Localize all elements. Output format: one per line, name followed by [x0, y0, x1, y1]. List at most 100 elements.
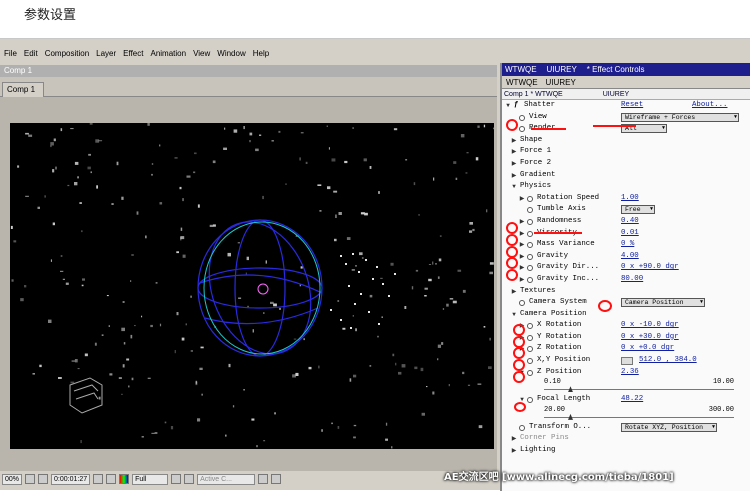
- twirl-icon[interactable]: ▶: [518, 274, 526, 286]
- value-rotation-speed[interactable]: 1.00: [621, 193, 639, 205]
- menu-layer[interactable]: Layer: [96, 49, 116, 58]
- value-gravity-direction[interactable]: 0 x +90.0 dgr: [621, 262, 679, 274]
- twirl-icon[interactable]: ▶: [518, 262, 526, 274]
- stopwatch-icon[interactable]: [519, 424, 525, 431]
- resolution-select[interactable]: Full: [132, 473, 169, 485]
- twirl-icon[interactable]: ▶: [518, 320, 526, 332]
- prop-row-textures: ▶ Textures: [502, 286, 750, 298]
- slider-z-position[interactable]: 0.10 10.00: [502, 378, 750, 394]
- menu-file[interactable]: File: [4, 49, 17, 58]
- transparency-grid-icon[interactable]: [184, 474, 195, 484]
- twirl-icon[interactable]: ▶: [510, 445, 518, 457]
- twirl-icon[interactable]: ▼: [518, 367, 526, 379]
- twirl-icon[interactable]: ▼: [510, 181, 518, 193]
- value-gravity[interactable]: 4.00: [621, 251, 639, 263]
- dropdown-view[interactable]: Wireframe + Forces: [621, 112, 739, 122]
- tab-effect-layer[interactable]: WTWQE: [506, 78, 538, 87]
- dropdown-tumble-axis[interactable]: Free: [621, 205, 655, 215]
- menu-help[interactable]: Help: [253, 49, 269, 58]
- stopwatch-icon[interactable]: [527, 276, 533, 283]
- stopwatch-icon[interactable]: [519, 126, 525, 133]
- value-mass-variance[interactable]: 0 %: [621, 239, 634, 251]
- twirl-icon[interactable]: ▶: [518, 343, 526, 355]
- twirl-open-icon[interactable]: ▼: [504, 100, 512, 112]
- stopwatch-icon[interactable]: [527, 218, 533, 225]
- dropdown-render[interactable]: All: [621, 124, 667, 134]
- prop-row-focal-length: ▼ Focal Length 48.22: [502, 394, 750, 406]
- safe-zones-icon[interactable]: [25, 474, 36, 484]
- dropdown-camera-system[interactable]: Camera Position: [621, 298, 705, 308]
- slider-track[interactable]: [544, 416, 734, 418]
- fx-icon[interactable]: ƒ: [514, 100, 518, 112]
- current-time[interactable]: 0:00:01:27: [51, 473, 91, 485]
- twirl-icon[interactable]: ▶: [518, 228, 526, 240]
- clock-icon[interactable]: [38, 474, 49, 484]
- prop-label-physics: Physics: [520, 182, 552, 191]
- twirl-icon[interactable]: ▶: [510, 286, 518, 298]
- composition-canvas[interactable]: [10, 123, 494, 449]
- rgb-channels-icon[interactable]: [119, 474, 130, 484]
- crosshair-icon[interactable]: [621, 357, 633, 366]
- value-focal-length[interactable]: 48.22: [621, 394, 643, 406]
- menu-effect[interactable]: Effect: [123, 49, 143, 58]
- about-link[interactable]: About...: [692, 100, 727, 112]
- value-z-position[interactable]: 2.36: [621, 367, 639, 379]
- value-gravity-inclination[interactable]: 80.00: [621, 274, 643, 286]
- prop-label-view: View: [529, 112, 547, 121]
- stopwatch-icon[interactable]: [527, 323, 533, 330]
- menu-view[interactable]: View: [193, 49, 210, 58]
- stopwatch-icon[interactable]: [519, 300, 525, 307]
- twirl-icon[interactable]: ▼: [518, 394, 526, 406]
- stopwatch-icon[interactable]: [519, 114, 525, 121]
- menu-edit[interactable]: Edit: [24, 49, 38, 58]
- value-y-rotation[interactable]: 0 x +30.0 dgr: [621, 332, 679, 344]
- snapshot-icon[interactable]: [93, 474, 104, 484]
- value-viscosity[interactable]: 0.01: [621, 228, 639, 240]
- camera-view-select[interactable]: Active C...: [197, 473, 256, 485]
- stopwatch-icon[interactable]: [527, 369, 533, 376]
- reset-link[interactable]: Reset: [621, 100, 643, 112]
- menu-animation[interactable]: Animation: [150, 49, 186, 58]
- stopwatch-icon[interactable]: [527, 334, 533, 341]
- twirl-icon[interactable]: ▼: [510, 309, 518, 321]
- slider-track[interactable]: [544, 389, 734, 391]
- slider-min: 20.00: [544, 405, 566, 414]
- menu-composition[interactable]: Composition: [45, 49, 89, 58]
- stopwatch-icon[interactable]: [527, 230, 533, 237]
- slider-focal-length[interactable]: 20.00 300.00: [502, 406, 750, 422]
- stopwatch-icon[interactable]: [527, 346, 533, 353]
- zoom-select[interactable]: 00%: [2, 473, 23, 485]
- value-randomness[interactable]: 0.40: [621, 216, 639, 228]
- force-center-icon[interactable]: [257, 283, 269, 295]
- pixel-aspect-icon[interactable]: [271, 474, 282, 484]
- view-layout-icon[interactable]: [258, 474, 269, 484]
- prop-row-force-1: ▶ Force 1: [502, 146, 750, 158]
- stopwatch-icon[interactable]: [527, 195, 533, 202]
- stopwatch-icon[interactable]: [527, 253, 533, 260]
- dropdown-transform-order[interactable]: Rotate XYZ, Position: [621, 422, 717, 432]
- slider-min: 0.10: [544, 378, 561, 387]
- stopwatch-icon[interactable]: [527, 358, 533, 365]
- twirl-icon[interactable]: ▶: [518, 193, 526, 205]
- twirl-icon[interactable]: ▶: [510, 146, 518, 158]
- tab-comp-1[interactable]: Comp 1: [2, 82, 44, 97]
- twirl-icon[interactable]: ▶: [510, 433, 518, 445]
- stopwatch-icon[interactable]: [527, 242, 533, 249]
- twirl-icon[interactable]: ▶: [510, 158, 518, 170]
- twirl-icon[interactable]: ▶: [510, 135, 518, 147]
- show-snapshot-icon[interactable]: [106, 474, 117, 484]
- stopwatch-icon[interactable]: [527, 397, 533, 404]
- value-z-rotation[interactable]: 0 x +0.0 dgr: [621, 343, 674, 355]
- stopwatch-icon[interactable]: [527, 207, 533, 214]
- twirl-icon[interactable]: ▶: [518, 239, 526, 251]
- twirl-icon[interactable]: ▶: [510, 170, 518, 182]
- twirl-icon[interactable]: ▶: [518, 251, 526, 263]
- menu-window[interactable]: Window: [217, 49, 245, 58]
- roi-icon[interactable]: [171, 474, 182, 484]
- twirl-icon[interactable]: ▶: [518, 216, 526, 228]
- tab-effect-layer-2[interactable]: UIUREY: [546, 78, 576, 87]
- value-xy-position[interactable]: 512.0 , 384.0: [639, 355, 697, 367]
- stopwatch-icon[interactable]: [527, 265, 533, 272]
- twirl-icon[interactable]: ▶: [518, 332, 526, 344]
- value-x-rotation[interactable]: 0 x -10.0 dgr: [621, 320, 679, 332]
